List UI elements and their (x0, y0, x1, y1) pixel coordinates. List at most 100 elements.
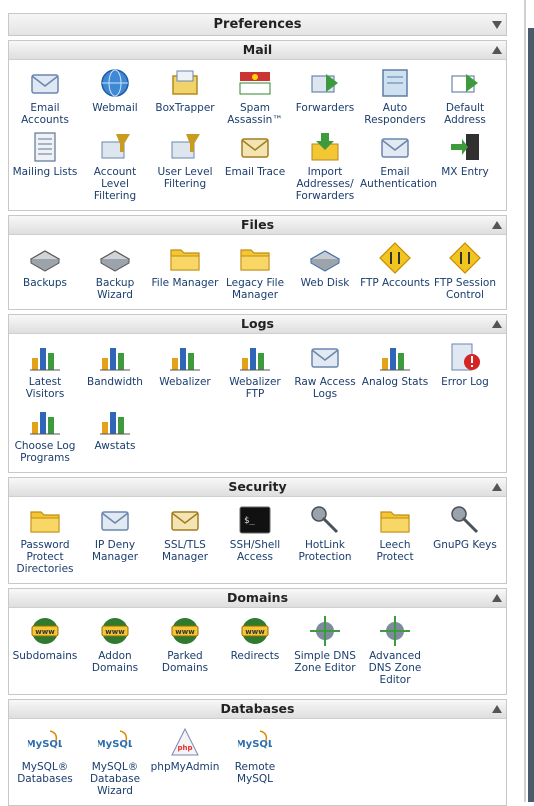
item-label: Import Addresses/ Forwarders (295, 166, 355, 202)
expand-arrow-icon[interactable] (492, 21, 502, 29)
collapse-arrow-icon[interactable] (492, 46, 502, 54)
databases-panel-header[interactable]: Databases (9, 700, 506, 719)
item-label: FTP Session Control (433, 277, 496, 301)
svg-text:www: www (35, 628, 55, 636)
item-label: Leech Protect (376, 539, 414, 563)
mysql-databases-link[interactable]: MySQL MySQL® Databases (10, 725, 80, 797)
item-label: IP Deny Manager (91, 539, 139, 563)
item-label: BoxTrapper (155, 102, 215, 114)
password-protect-directories-link[interactable]: Password Protect Directories (10, 503, 80, 575)
analog-stats-icon (380, 348, 410, 371)
email-trace-link[interactable]: Email Trace (220, 130, 290, 202)
webmail-link[interactable]: Webmail (80, 66, 150, 126)
mail-panel-header[interactable]: Mail (9, 41, 506, 60)
user-level-filtering-link[interactable]: User Level Filtering (150, 130, 220, 202)
email-trace-icon (241, 138, 269, 158)
remote-mysql-link[interactable]: MySQL Remote MySQL (220, 725, 290, 797)
item-label: Legacy File Manager (225, 277, 285, 301)
mail-items: Email Accounts Webmail BoxTrapper Spam A… (9, 60, 506, 210)
collapse-arrow-icon[interactable] (492, 594, 502, 602)
keys-icon (451, 506, 479, 534)
scrollbar[interactable] (528, 28, 534, 802)
addon-domains-link[interactable]: www Addon Domains (80, 614, 150, 686)
auto-responders-link[interactable]: Auto Responders (360, 66, 430, 126)
redirects-link[interactable]: www Redirects (220, 614, 290, 686)
folder-icon (170, 249, 200, 271)
item-label: Analog Stats (361, 376, 429, 388)
file-manager-link[interactable]: File Manager (150, 241, 220, 301)
item-label: Web Disk (300, 277, 350, 289)
mysql-database-wizard-link[interactable]: MySQL MySQL® Database Wizard (80, 725, 150, 797)
awstats-link[interactable]: Awstats (80, 404, 150, 464)
collapse-arrow-icon[interactable] (492, 705, 502, 713)
mx-entry-link[interactable]: MX Entry (430, 130, 500, 202)
files-panel-header[interactable]: Files (9, 216, 506, 235)
webalizer-ftp-link[interactable]: Webalizer FTP (220, 340, 290, 400)
bandwidth-link[interactable]: Bandwidth (80, 340, 150, 400)
backups-link[interactable]: Backups (10, 241, 80, 301)
ssh-shell-access-link[interactable]: $_ SSH/Shell Access (220, 503, 290, 575)
mailing-lists-link[interactable]: Mailing Lists (10, 130, 80, 202)
webalizer-link[interactable]: Webalizer (150, 340, 220, 400)
ip-deny-manager-link[interactable]: IP Deny Manager (80, 503, 150, 575)
hotlink-protection-link[interactable]: HotLink Protection (290, 503, 360, 575)
ftp-session-control-link[interactable]: FTP Session Control (430, 241, 500, 301)
collapse-arrow-icon[interactable] (492, 483, 502, 491)
security-panel-header[interactable]: Security (9, 478, 506, 497)
boxtrapper-link[interactable]: BoxTrapper (150, 66, 220, 126)
account-level-filtering-link[interactable]: Account Level Filtering (80, 130, 150, 202)
latest-visitors-link[interactable]: Latest Visitors (10, 340, 80, 400)
ftp-accounts-icon (379, 242, 411, 274)
item-label: Parked Domains (161, 650, 209, 674)
preferences-header[interactable]: Preferences (8, 13, 507, 36)
email-accounts-link[interactable]: Email Accounts (10, 66, 80, 126)
parked-domains-link[interactable]: www Parked Domains (150, 614, 220, 686)
domains-panel-header[interactable]: Domains (9, 589, 506, 608)
simple-dns-zone-editor-link[interactable]: Simple DNS Zone Editor (290, 614, 360, 686)
backup-wizard-link[interactable]: Backup Wizard (80, 241, 150, 301)
leech-protect-link[interactable]: Leech Protect (360, 503, 430, 575)
advanced-dns-icon (380, 616, 410, 646)
analog-stats-link[interactable]: Analog Stats (360, 340, 430, 400)
forwarders-link[interactable]: Forwarders (290, 66, 360, 126)
redirect-icon: www (241, 618, 269, 644)
raw-access-logs-link[interactable]: Raw Access Logs (290, 340, 360, 400)
web-disk-link[interactable]: Web Disk (290, 241, 360, 301)
item-label: Error Log (441, 376, 489, 388)
collapse-arrow-icon[interactable] (492, 221, 502, 229)
item-label: HotLink Protection (298, 539, 352, 563)
spam-assassin-link[interactable]: Spam Assassin™ (220, 66, 290, 126)
ssl-icon (171, 511, 199, 531)
import-addresses-forwarders-link[interactable]: Import Addresses/ Forwarders (290, 130, 360, 202)
legacy-file-manager-link[interactable]: Legacy File Manager (220, 241, 290, 301)
ssl-tls-manager-link[interactable]: SSL/TLS Manager (150, 503, 220, 575)
phpmyadmin-link[interactable]: php phpMyAdmin (150, 725, 220, 797)
logs-panel-header[interactable]: Logs (9, 315, 506, 334)
advanced-dns-zone-editor-link[interactable]: Advanced DNS Zone Editor (360, 614, 430, 686)
gnupg-keys-link[interactable]: GnuPG Keys (430, 503, 500, 575)
item-label: Email Authentication (360, 166, 438, 190)
item-label: Auto Responders (364, 102, 426, 126)
item-label: MX Entry (441, 166, 489, 178)
error-log-link[interactable]: Error Log (430, 340, 500, 400)
terminal-icon: $_ (239, 506, 271, 534)
subdomains-link[interactable]: www Subdomains (10, 614, 80, 686)
email-authentication-link[interactable]: Email Authentication (360, 130, 438, 202)
default-address-link[interactable]: Default Address (430, 66, 500, 126)
mysql-wizard-icon: MySQL (98, 730, 132, 750)
logs-panel: Logs Latest Visitors Bandwidth Webalizer (8, 314, 507, 473)
window-edge (522, 0, 534, 802)
choose-log-programs-link[interactable]: Choose Log Programs (10, 404, 80, 464)
web-disk-icon (309, 250, 341, 272)
bandwidth-icon (100, 348, 130, 371)
error-log-icon (451, 343, 480, 371)
email-auth-icon (381, 138, 409, 158)
choose-log-icon (30, 412, 60, 435)
collapse-arrow-icon[interactable] (492, 320, 502, 328)
locked-folder-icon (30, 511, 60, 533)
ftp-accounts-link[interactable]: FTP Accounts (360, 241, 430, 301)
item-label: Remote MySQL (234, 761, 276, 785)
item-label: Webalizer FTP (229, 376, 281, 400)
databases-panel: Databases MySQL MySQL® Databases MySQL My… (8, 699, 507, 806)
backup-drive-icon (29, 250, 61, 272)
